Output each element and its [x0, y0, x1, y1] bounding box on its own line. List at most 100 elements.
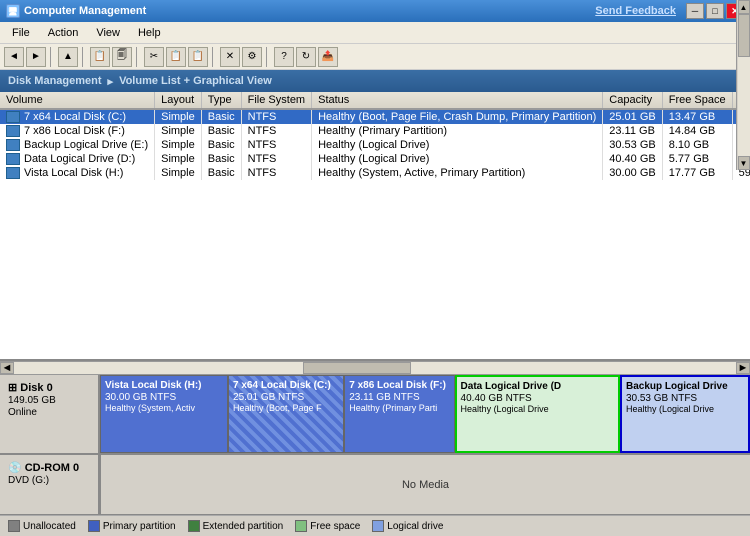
cell-capacity: 25.01 GB: [603, 109, 662, 124]
col-capacity[interactable]: Capacity: [603, 92, 662, 109]
restore-button[interactable]: □: [706, 3, 724, 19]
scroll-left-btn[interactable]: ◄: [0, 362, 14, 374]
copy-button[interactable]: 📋: [166, 47, 186, 67]
cell-capacity: 30.53 GB: [603, 138, 662, 152]
cell-layout: Simple: [155, 124, 202, 138]
table-row[interactable]: Vista Local Disk (H:) Simple Basic NTFS …: [0, 166, 750, 180]
disk-0-row: ▲ ▼ ⊞ Disk 0 149.05 GB Online Vista Loca…: [0, 375, 750, 455]
cell-volume: Data Logical Drive (D:): [0, 152, 155, 166]
legend-extended-label: Extended partition: [203, 521, 284, 532]
col-volume[interactable]: Volume: [0, 92, 155, 109]
section-header: Disk Management ▸ Volume List + Graphica…: [0, 70, 750, 92]
volume-table-area[interactable]: Volume Layout Type File System Status Ca…: [0, 92, 750, 361]
cdrom-icon: 💿: [8, 461, 22, 474]
cell-status: Healthy (Logical Drive): [312, 152, 603, 166]
table-row[interactable]: 7 x64 Local Disk (C:) Simple Basic NTFS …: [0, 109, 750, 124]
partition-name: Backup Logical Drive: [626, 381, 744, 392]
disk-partition[interactable]: Data Logical Drive (D 40.40 GB NTFS Heal…: [455, 375, 620, 453]
table-row[interactable]: Data Logical Drive (D:) Simple Basic NTF…: [0, 152, 750, 166]
cell-type: Basic: [201, 124, 241, 138]
col-status[interactable]: Status: [312, 92, 603, 109]
scroll-track[interactable]: [14, 362, 736, 374]
legend-free: Free space: [295, 520, 360, 532]
col-filesystem[interactable]: File System: [241, 92, 311, 109]
cell-status: Healthy (Boot, Page File, Crash Dump, Pr…: [312, 109, 603, 124]
disk-0-partitions: Vista Local Disk (H:) 30.00 GB NTFS Heal…: [100, 375, 750, 453]
up-button[interactable]: ▲: [58, 47, 78, 67]
disk-partition[interactable]: Vista Local Disk (H:) 30.00 GB NTFS Heal…: [100, 375, 228, 453]
send-feedback-link[interactable]: Send Feedback: [595, 5, 676, 17]
toolbar-separator-3: [136, 47, 140, 67]
cdrom-name: CD-ROM 0: [25, 462, 79, 474]
menu-view[interactable]: View: [88, 23, 128, 43]
menu-help[interactable]: Help: [130, 23, 169, 43]
partition-status: Healthy (Logical Drive: [461, 404, 614, 414]
cell-capacity: 40.40 GB: [603, 152, 662, 166]
legend-logical-label: Logical drive: [387, 521, 443, 532]
cdrom-media-area: No Media: [100, 455, 750, 514]
scroll-thumb[interactable]: [303, 362, 411, 374]
legend-extended: Extended partition: [188, 520, 284, 532]
new-window-button[interactable]: 🗐: [112, 47, 132, 67]
cdrom-0-row: 💿 CD-ROM 0 DVD (G:) No Media: [0, 455, 750, 515]
disk-partition[interactable]: 7 x86 Local Disk (F:) 23.11 GB NTFS Heal…: [344, 375, 454, 453]
help-toolbar-button[interactable]: ?: [274, 47, 294, 67]
horizontal-scrollbar[interactable]: ◄ ►: [0, 361, 750, 375]
menu-action[interactable]: Action: [40, 23, 87, 43]
legend-primary: Primary partition: [88, 520, 176, 532]
legend-unallocated: Unallocated: [8, 520, 76, 532]
legend-logical-box: [372, 520, 384, 532]
partition-size: 23.11 GB NTFS: [349, 392, 449, 403]
disk-partition[interactable]: 7 x64 Local Disk (C:) 25.01 GB NTFS Heal…: [228, 375, 344, 453]
cdrom-status: No Media: [402, 479, 449, 491]
cell-volume: 7 x64 Local Disk (C:): [0, 109, 155, 124]
cell-free: 13.47 GB: [662, 109, 732, 124]
menu-file[interactable]: File: [4, 23, 38, 43]
refresh-button[interactable]: ↻: [296, 47, 316, 67]
export-button[interactable]: 📤: [318, 47, 338, 67]
section-left: Disk Management: [8, 75, 102, 87]
legend-primary-label: Primary partition: [103, 521, 176, 532]
cell-volume: 7 x86 Local Disk (F:): [0, 124, 155, 138]
scroll-right-btn[interactable]: ►: [736, 362, 750, 374]
col-type[interactable]: Type: [201, 92, 241, 109]
cell-layout: Simple: [155, 138, 202, 152]
cell-layout: Simple: [155, 152, 202, 166]
col-freespace[interactable]: Free Space: [662, 92, 732, 109]
legend-primary-box: [88, 520, 100, 532]
cell-status: Healthy (Logical Drive): [312, 138, 603, 152]
cell-free: 5.77 GB: [662, 152, 732, 166]
properties-button[interactable]: ⚙: [242, 47, 262, 67]
cell-status: Healthy (Primary Partition): [312, 124, 603, 138]
minimize-button[interactable]: ─: [686, 3, 704, 19]
forward-button[interactable]: ►: [26, 47, 46, 67]
delete-button[interactable]: ✕: [220, 47, 240, 67]
disk-0-name: ⊞ Disk 0: [8, 381, 90, 394]
cell-type: Basic: [201, 138, 241, 152]
app-icon: 🖥: [6, 4, 20, 18]
partition-status: Healthy (System, Activ: [105, 403, 223, 413]
table-row[interactable]: 7 x86 Local Disk (F:) Simple Basic NTFS …: [0, 124, 750, 138]
paste-button[interactable]: 📋: [188, 47, 208, 67]
toolbar-separator-2: [82, 47, 86, 67]
col-layout[interactable]: Layout: [155, 92, 202, 109]
back-button[interactable]: ◄: [4, 47, 24, 67]
cell-status: Healthy (System, Active, Primary Partiti…: [312, 166, 603, 180]
show-hide-console-button[interactable]: 📋: [90, 47, 110, 67]
partition-size: 30.00 GB NTFS: [105, 392, 223, 403]
toolbar-separator-1: [50, 47, 54, 67]
cut-button[interactable]: ✂: [144, 47, 164, 67]
partition-size: 40.40 GB NTFS: [461, 393, 614, 404]
cell-volume: Vista Local Disk (H:): [0, 166, 155, 180]
main-content: Volume Layout Type File System Status Ca…: [0, 92, 750, 536]
partition-size: 25.01 GB NTFS: [233, 392, 339, 403]
volume-table: Volume Layout Type File System Status Ca…: [0, 92, 750, 180]
partition-status: Healthy (Primary Parti: [349, 403, 449, 413]
cell-free: 14.84 GB: [662, 124, 732, 138]
graphical-view: ▲ ▼ ⊞ Disk 0 149.05 GB Online Vista Loca…: [0, 375, 750, 536]
cell-capacity: 30.00 GB: [603, 166, 662, 180]
disk-partition[interactable]: Backup Logical Drive 30.53 GB NTFS Healt…: [620, 375, 750, 453]
cell-type: Basic: [201, 109, 241, 124]
table-row[interactable]: Backup Logical Drive (E:) Simple Basic N…: [0, 138, 750, 152]
cell-free: 17.77 GB: [662, 166, 732, 180]
